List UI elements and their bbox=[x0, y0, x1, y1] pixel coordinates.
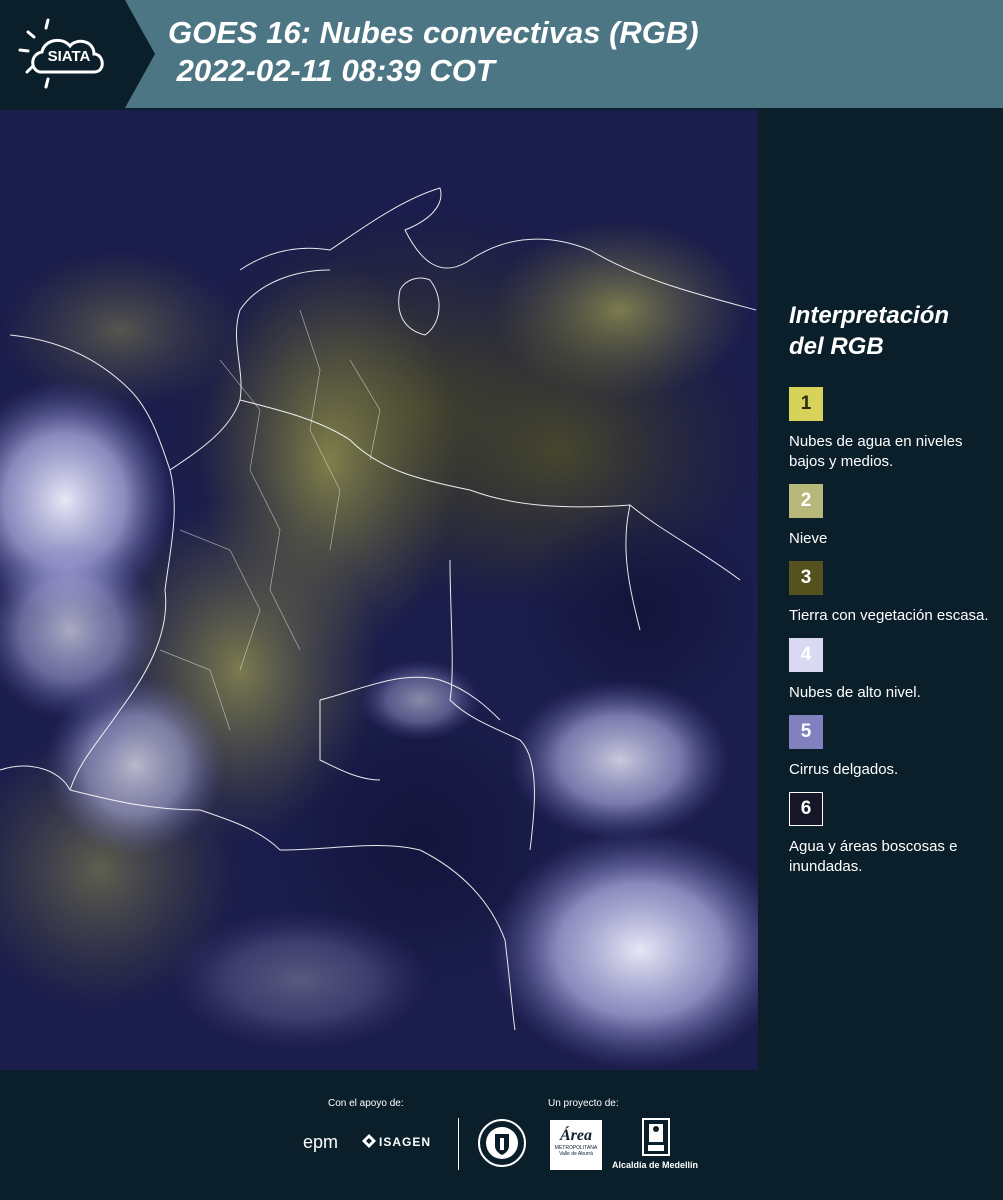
area-sub2: Valle de Aburrá bbox=[559, 1151, 593, 1157]
medellin-seal-icon bbox=[477, 1118, 527, 1173]
legend-label: Nieve bbox=[789, 530, 828, 547]
legend-swatch: 5 bbox=[789, 715, 823, 749]
isagen-icon bbox=[362, 1134, 376, 1153]
legend-item: 6 Agua y áreas boscosas e inundadas. bbox=[789, 792, 989, 877]
project-label: Un proyecto de: bbox=[548, 1098, 619, 1109]
legend-swatch: 6 bbox=[789, 792, 823, 826]
legend-list: 1 Nubes de agua en niveles bajos y medios… bbox=[789, 387, 989, 877]
legend-swatch: 4 bbox=[789, 638, 823, 672]
alcaldia-label: Alcaldía de Medellín bbox=[612, 1160, 699, 1170]
footer-divider bbox=[458, 1118, 459, 1170]
legend-swatch: 1 bbox=[789, 387, 823, 421]
legend-label: Agua y áreas boscosas e inundadas. bbox=[789, 838, 958, 875]
alcaldia-shield-icon bbox=[642, 1118, 670, 1161]
page-title: GOES 16: Nubes convectivas (RGB) 2022-02… bbox=[168, 14, 699, 90]
legend-swatch: 2 bbox=[789, 484, 823, 518]
epm-logo: epm bbox=[303, 1132, 339, 1152]
header-bar: SIATA GOES 16: Nubes convectivas (RGB) 2… bbox=[0, 0, 1003, 108]
legend-label: Nubes de alto nivel. bbox=[789, 684, 921, 701]
legend-item: 4 Nubes de alto nivel. bbox=[789, 638, 989, 703]
siata-logo: SIATA bbox=[0, 0, 155, 108]
legend-title-line-2: del RGB bbox=[789, 333, 884, 360]
legend-title: Interpretación del RGB bbox=[789, 300, 989, 362]
footer: Con el apoyo de: Un proyecto de: epm ISA… bbox=[0, 1070, 1003, 1200]
legend-item: 3 Tierra con vegetación escasa. bbox=[789, 561, 989, 626]
legend-label: Tierra con vegetación escasa. bbox=[789, 607, 989, 624]
title-line-1: GOES 16: Nubes convectivas (RGB) bbox=[168, 15, 699, 50]
legend-swatch: 3 bbox=[789, 561, 823, 595]
area-name: Área bbox=[560, 1127, 592, 1144]
legend-label: Nubes de agua en niveles bajos y medios. bbox=[789, 433, 963, 470]
logo-text: SIATA bbox=[48, 48, 91, 65]
satellite-image bbox=[0, 110, 758, 1070]
legend-title-line-1: Interpretación bbox=[789, 302, 950, 329]
support-label: Con el apoyo de: bbox=[328, 1098, 404, 1109]
title-line-2: 2022-02-11 08:39 COT bbox=[168, 53, 495, 88]
area-metropolitana-logo: Área METROPOLITANA Valle de Aburrá bbox=[550, 1120, 602, 1170]
isagen-logo: ISAGEN bbox=[379, 1135, 432, 1149]
rgb-legend: Interpretación del RGB 1 Nubes de agua en… bbox=[789, 300, 989, 889]
legend-item: 2 Nieve bbox=[789, 484, 989, 549]
legend-item: 1 Nubes de agua en niveles bajos y medios… bbox=[789, 387, 989, 472]
legend-item: 5 Cirrus delgados. bbox=[789, 715, 989, 780]
legend-label: Cirrus delgados. bbox=[789, 761, 899, 778]
